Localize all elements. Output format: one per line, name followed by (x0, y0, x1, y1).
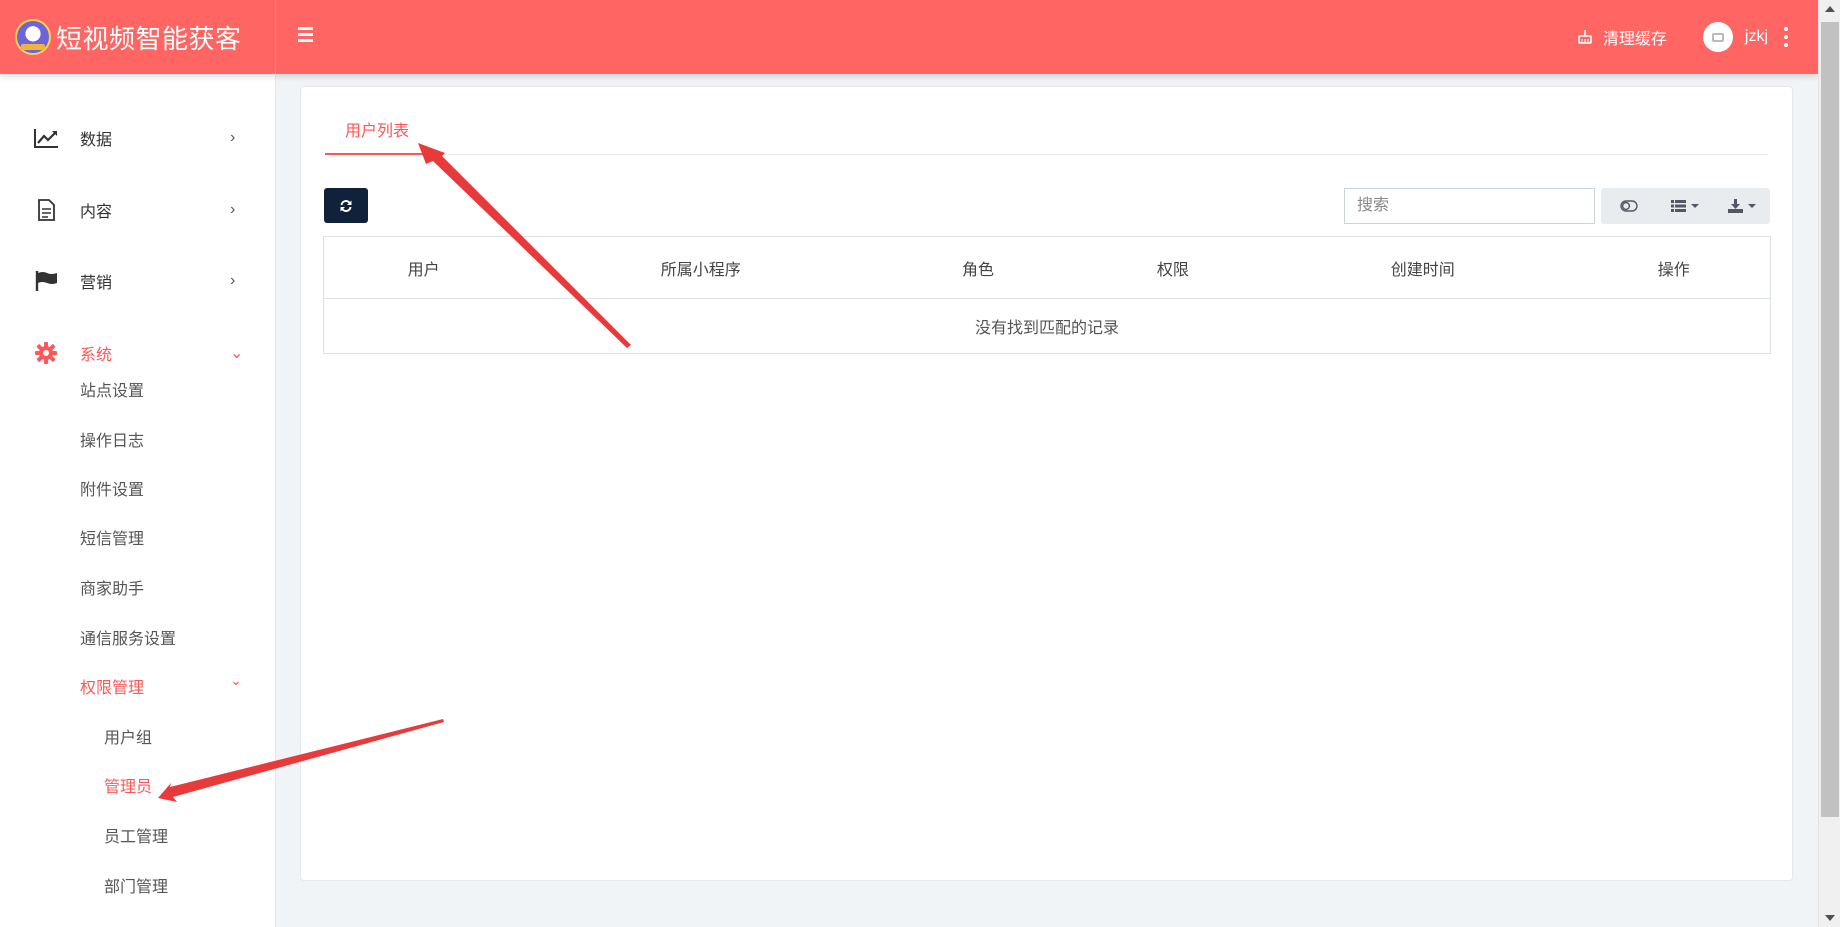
empty-table-message: 没有找到匹配的记录 (974, 320, 1119, 337)
scrollbar-thumb[interactable] (1821, 22, 1839, 817)
document-icon (33, 198, 59, 222)
table-toolbar (1601, 188, 1770, 224)
gear-icon (33, 341, 59, 365)
download-icon (1727, 199, 1743, 213)
sidebar: 数据 › 内容 › 营销 › 系统 ⌄ 站点设置 操作日志 附件设置 短信管理 … (0, 74, 276, 927)
search-input[interactable] (1344, 188, 1595, 224)
clear-cache-label: 清理缓存 (1602, 31, 1667, 48)
avatar (1702, 22, 1733, 52)
table-header-row: 用户 所属小程序 角色 权限 创建时间 操作 (323, 236, 1771, 299)
tab-user-list[interactable]: 用户列表 (325, 117, 430, 155)
column-header-permission[interactable]: 权限 (1077, 236, 1268, 299)
sidebar-subitem-attachment-settings[interactable]: 附件设置 (80, 476, 144, 500)
sidebar-subitem-communication-settings[interactable]: 通信服务设置 (80, 625, 176, 649)
columns-button[interactable] (1657, 188, 1713, 224)
chevron-down-icon: ⌄ (230, 345, 244, 362)
toggle-icon (1620, 200, 1638, 212)
caret-down-icon (1747, 204, 1756, 208)
top-header: 短视频智能获客 清理缓存 jzkj (0, 0, 1818, 74)
username: jzkj (1744, 28, 1768, 45)
table-row: 没有找到匹配的记录 (324, 299, 1771, 354)
sidebar-item-label: 系统 (80, 347, 113, 364)
sidebar-subitem-merchant-assistant[interactable]: 商家助手 (80, 575, 144, 599)
column-header-actions[interactable]: 操作 (1577, 236, 1771, 299)
sidebar-subitem-sms-management[interactable]: 短信管理 (80, 525, 144, 549)
toggle-view-button[interactable] (1601, 188, 1657, 224)
broom-icon (1578, 30, 1592, 44)
export-button[interactable] (1714, 188, 1770, 224)
brand-title: 短视频智能获客 (56, 23, 242, 54)
sidebar-subitem-permission-management[interactable]: 权限管理 (80, 674, 144, 698)
sidebar-subitem-administrator[interactable]: 管理员 (104, 773, 152, 797)
column-header-role[interactable]: 角色 (878, 236, 1078, 299)
content-panel: 用户列表 用户 所属小程序 角色 权限 创建时间 操作 (300, 86, 1793, 881)
column-header-user[interactable]: 用户 (323, 236, 524, 299)
chevron-right-icon: › (230, 272, 236, 289)
caret-down-icon (1691, 204, 1700, 208)
flag-icon (33, 269, 59, 293)
more-options-icon[interactable] (1776, 25, 1796, 49)
sidebar-item-content[interactable]: 内容 › (0, 190, 276, 230)
tab-bar: 用户列表 (325, 87, 1768, 155)
scroll-down-arrow-icon[interactable] (1825, 915, 1835, 921)
sidebar-subitem-department-management[interactable]: 部门管理 (104, 873, 168, 897)
line-chart-icon (33, 126, 59, 150)
list-icon (1671, 200, 1687, 212)
sidebar-item-label: 内容 (80, 204, 113, 221)
chevron-right-icon: › (230, 129, 236, 146)
user-menu[interactable]: jzkj (1702, 22, 1768, 52)
sidebar-item-label: 营销 (80, 275, 113, 292)
sidebar-item-label: 数据 (80, 132, 113, 149)
sidebar-item-marketing[interactable]: 营销 › (0, 261, 276, 301)
sidebar-subitem-staff-management[interactable]: 员工管理 (104, 823, 168, 847)
column-header-created-time[interactable]: 创建时间 (1267, 236, 1578, 299)
page-scrollbar[interactable] (1818, 0, 1840, 927)
chevron-down-icon: ⌄ (230, 672, 242, 688)
sidebar-subitem-operation-log[interactable]: 操作日志 (80, 427, 144, 451)
hamburger-menu-icon[interactable] (298, 27, 318, 47)
chevron-right-icon: › (230, 201, 236, 218)
refresh-icon (340, 199, 352, 212)
sidebar-item-data[interactable]: 数据 › (0, 118, 276, 158)
scroll-up-arrow-icon[interactable] (1825, 6, 1835, 12)
user-table: 用户 所属小程序 角色 权限 创建时间 操作 没有找到匹配的记录 (323, 236, 1771, 354)
brand-logo (15, 19, 51, 55)
sidebar-item-system[interactable]: 系统 ⌄ (0, 333, 276, 373)
sidebar-subitem-site-settings[interactable]: 站点设置 (80, 377, 144, 401)
refresh-button[interactable] (324, 188, 368, 223)
brand[interactable]: 短视频智能获客 (0, 0, 276, 74)
column-header-miniprogram[interactable]: 所属小程序 (523, 236, 879, 299)
sidebar-subitem-user-group[interactable]: 用户组 (104, 724, 152, 748)
clear-cache-button[interactable]: 清理缓存 (1577, 25, 1667, 49)
